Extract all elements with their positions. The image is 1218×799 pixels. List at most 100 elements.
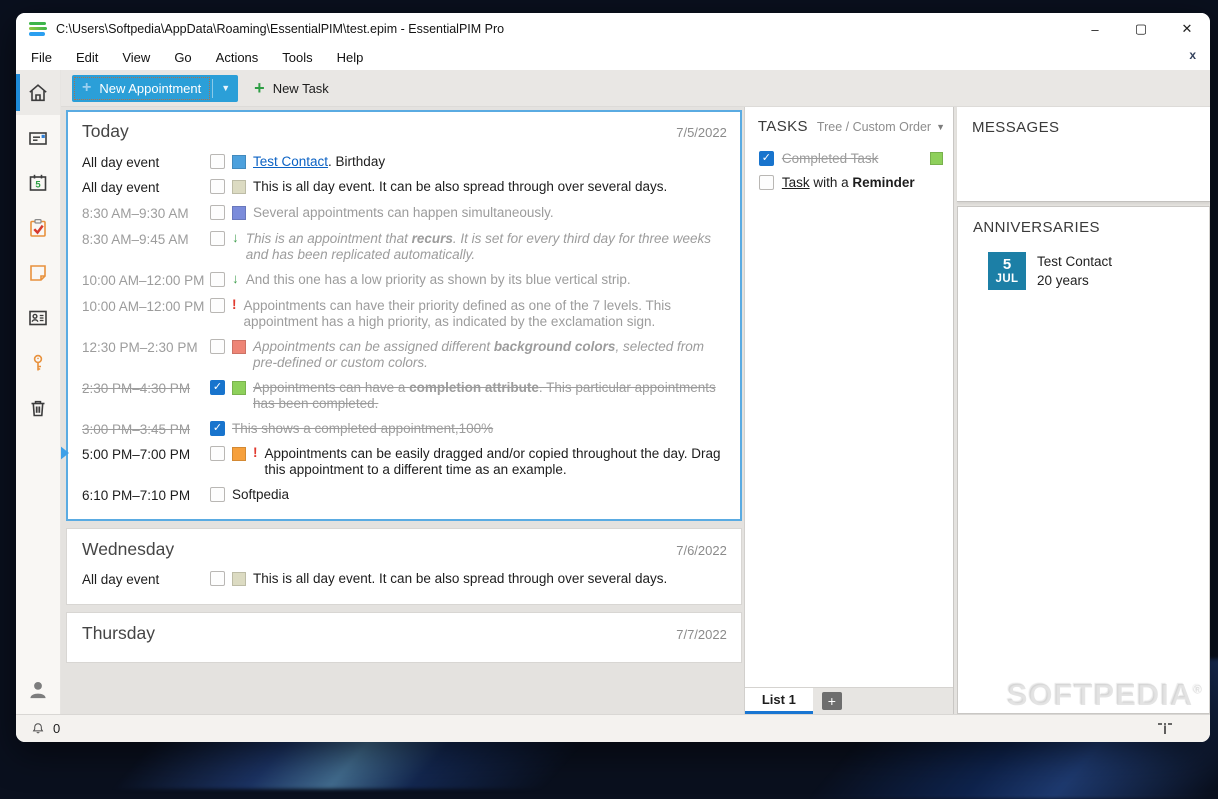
notification-count: 0 [53,721,60,736]
low-priority-icon: ↓ [232,272,239,287]
appointment-checkbox[interactable] [210,205,225,220]
new-appointment-button[interactable]: + New Appointment ▼ [72,75,238,102]
appointment-row[interactable]: 5:00 PM–7:00 PM!Appointments can be easi… [80,442,729,483]
menu-edit[interactable]: Edit [67,50,107,65]
day-card[interactable]: Today7/5/2022All day eventTest Contact. … [66,110,742,521]
text-segment: completion attribute [409,380,539,395]
text-segment[interactable]: Test Contact [253,154,328,169]
appointment-checkbox[interactable] [210,571,225,586]
appointment-checkbox[interactable] [210,231,225,246]
new-task-button[interactable]: + New Task [254,79,329,97]
day-date: 7/5/2022 [676,125,727,140]
chevron-down-icon[interactable]: ▼ [936,122,945,132]
anniversary-entry[interactable]: 5 JUL Test Contact 20 years [988,252,1195,290]
appointment-checkbox[interactable]: ✓ [210,380,225,395]
appointment-text: This is all day event. It can be also sp… [253,571,727,587]
anniversary-name: Test Contact [1037,254,1112,269]
tab-list-1[interactable]: List 1 [745,688,813,714]
appointment-time: All day event [82,154,210,171]
appointment-time: 10:00 AM–12:00 PM [82,272,210,289]
appointment-time: 10:00 AM–12:00 PM [82,298,210,315]
tasks-order-selector[interactable]: Tree / Custom Order [817,120,931,134]
color-swatch [232,155,246,169]
anniversary-detail: 20 years [1037,273,1112,288]
sidebar-item-todo[interactable] [16,205,60,250]
chevron-down-icon[interactable]: ▼ [213,75,238,102]
appointment-row[interactable]: All day eventTest Contact. Birthday [80,149,729,175]
appointment-row[interactable]: 8:30 AM–9:45 AM↓This is an appointment t… [80,227,729,268]
appointment-checkbox[interactable] [210,339,225,354]
minimize-button[interactable]: – [1072,13,1118,45]
mail-icon [26,126,50,150]
appointment-row[interactable]: 2:30 PM–4:30 PM✓Appointments can have a … [80,375,729,416]
maximize-button[interactable]: ▢ [1118,13,1164,45]
task-row[interactable]: Task with a Reminder [759,170,943,194]
sidebar-item-notes[interactable] [16,250,60,295]
appointment-checkbox[interactable]: ✓ [210,421,225,436]
day-card[interactable]: Thursday 7/7/2022 [66,612,742,663]
anniversary-date-badge: 5 JUL [988,252,1026,290]
appointment-row[interactable]: 10:00 AM–12:00 PM ↓ And this one has a low… [80,268,729,294]
appointment-checkbox[interactable] [210,487,225,502]
task-row[interactable]: ✓Completed Task [759,146,943,170]
appointment-row[interactable]: All day eventThis is all day event. It c… [80,567,729,593]
sidebar-item-profile[interactable] [16,670,60,710]
appointment-checkbox[interactable] [210,272,225,287]
add-list-button[interactable]: + [822,692,842,710]
day-date: 7/7/2022 [676,627,727,642]
window-title: C:\Users\Softpedia\AppData\Roaming\Essen… [56,22,504,36]
task-checkbox[interactable] [759,175,774,190]
appointment-checkbox[interactable] [210,446,225,461]
day-title: Thursday [82,623,155,644]
sidebar-item-calendar[interactable]: 5 [16,160,60,205]
appointment-row[interactable]: 6:10 PM–7:10 PMSoftpedia [80,483,729,509]
color-swatch [232,447,246,461]
sidebar-item-home[interactable] [16,70,60,115]
appointment-time: 12:30 PM–2:30 PM [82,339,210,356]
menu-go[interactable]: Go [165,50,200,65]
close-button[interactable]: ✕ [1164,13,1210,45]
day-header: Wednesday7/6/2022 [80,536,729,567]
sidebar-item-passwords[interactable] [16,340,60,385]
pane-close-icon[interactable]: x [1189,48,1196,62]
day-card[interactable]: Wednesday7/6/2022All day eventThis is al… [66,528,742,605]
tasks-header: TASKS Tree / Custom Order ▼ [745,107,953,144]
sidebar-item-trash[interactable] [16,385,60,430]
day-title: Wednesday [82,539,174,560]
softpedia-watermark: SOFTPEDIA® [1007,677,1203,713]
text-segment: Appointments can be easily dragged and/o… [265,446,721,477]
appointment-row[interactable]: 12:30 PM–2:30 PMAppointments can be assi… [80,334,729,375]
appointment-checkbox[interactable] [210,298,225,313]
menu-file[interactable]: File [31,50,61,65]
sidebar-item-contacts[interactable] [16,295,60,340]
day-header: Thursday 7/7/2022 [80,620,729,651]
tasks-panel: TASKS Tree / Custom Order ▼ ✓Completed T… [744,107,954,714]
task-checkbox[interactable]: ✓ [759,151,774,166]
text-segment: And this one has a low priority as shown… [246,272,631,287]
appointment-row[interactable]: 10:00 AM–12:00 PM!Appointments can have … [80,294,729,335]
menu-view[interactable]: View [113,50,159,65]
menu-tools[interactable]: Tools [273,50,321,65]
menu-actions[interactable]: Actions [207,50,268,65]
appointment-text: Several appointments can happen simultan… [253,205,727,221]
appointment-checkbox[interactable] [210,154,225,169]
menu-help[interactable]: Help [328,50,373,65]
text-segment: Appointments can have their priority def… [244,298,672,329]
sidebar-item-mail[interactable] [16,115,60,160]
resize-grip-icon[interactable] [1156,722,1174,735]
notifications-bell-icon[interactable] [30,721,46,737]
day-events: All day eventThis is all day event. It c… [80,567,729,595]
text-segment: Softpedia [232,487,289,502]
contacts-card-icon [26,306,50,330]
messages-panel: MESSAGES [957,107,1210,202]
appointment-text: This is all day event. It can be also sp… [253,179,727,195]
svg-text:5: 5 [35,179,41,190]
toolbar: + New Appointment ▼ + New Task [61,70,1210,107]
app-window: C:\Users\Softpedia\AppData\Roaming\Essen… [16,13,1210,742]
day-title: Today [82,121,129,142]
appointment-row[interactable]: 3:00 PM–3:45 PM✓This shows a completed a… [80,416,729,442]
appointment-checkbox[interactable] [210,179,225,194]
high-priority-icon: ! [253,446,258,461]
appointment-row[interactable]: 8:30 AM–9:30 AMSeveral appointments can … [80,201,729,227]
appointment-row[interactable]: All day eventThis is all day event. It c… [80,175,729,201]
